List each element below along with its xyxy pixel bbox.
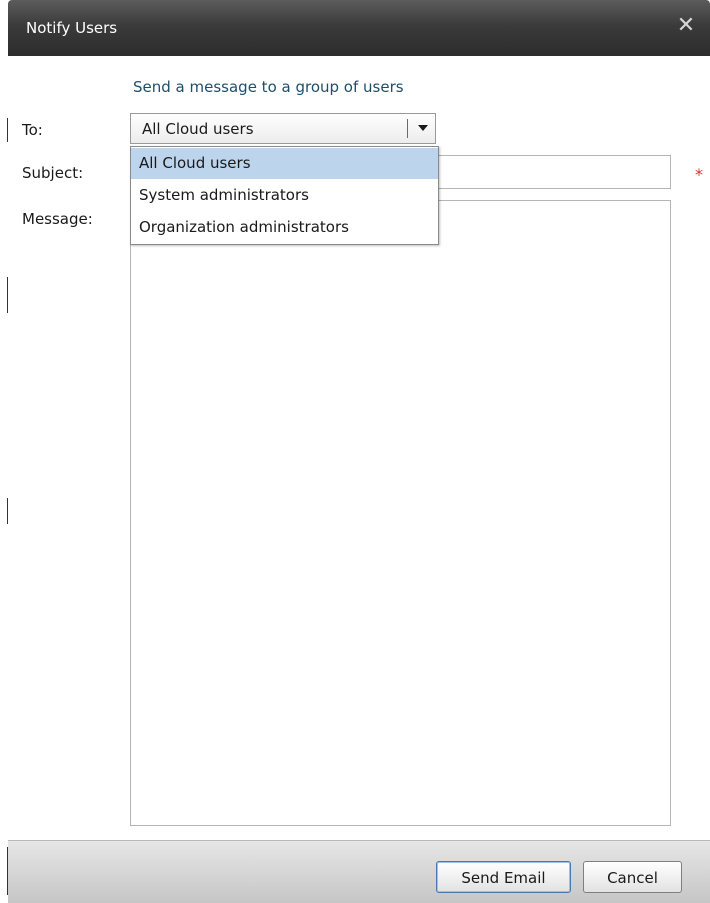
select-divider: [407, 119, 408, 138]
message-label: Message:: [22, 210, 93, 228]
notify-users-dialog: Notify Users ✕ Send a message to a group…: [8, 0, 710, 903]
send-email-button[interactable]: Send Email: [436, 861, 571, 893]
dialog-title: Notify Users: [26, 19, 118, 37]
dropdown-option-system-administrators[interactable]: System administrators: [131, 180, 438, 211]
dialog-footer: Send Email Cancel: [8, 840, 710, 903]
to-label: To:: [22, 121, 43, 139]
recipient-dropdown-list: All Cloud users System administrators Or…: [130, 146, 439, 245]
required-icon: *: [695, 165, 703, 184]
cancel-button[interactable]: Cancel: [583, 861, 682, 893]
recipient-select-value: All Cloud users: [142, 120, 254, 138]
dropdown-option-organization-administrators[interactable]: Organization administrators: [131, 212, 438, 243]
message-textarea[interactable]: [130, 200, 671, 826]
dropdown-option-all-cloud-users[interactable]: All Cloud users: [131, 148, 438, 179]
dialog-instructions: Send a message to a group of users: [133, 78, 404, 96]
background-window-edge: [0, 0, 9, 903]
chevron-down-icon[interactable]: [413, 117, 433, 139]
close-icon[interactable]: ✕: [674, 14, 698, 38]
subject-label: Subject:: [22, 164, 84, 182]
dialog-titlebar[interactable]: Notify Users ✕: [8, 0, 710, 56]
recipient-select[interactable]: All Cloud users: [130, 113, 436, 144]
